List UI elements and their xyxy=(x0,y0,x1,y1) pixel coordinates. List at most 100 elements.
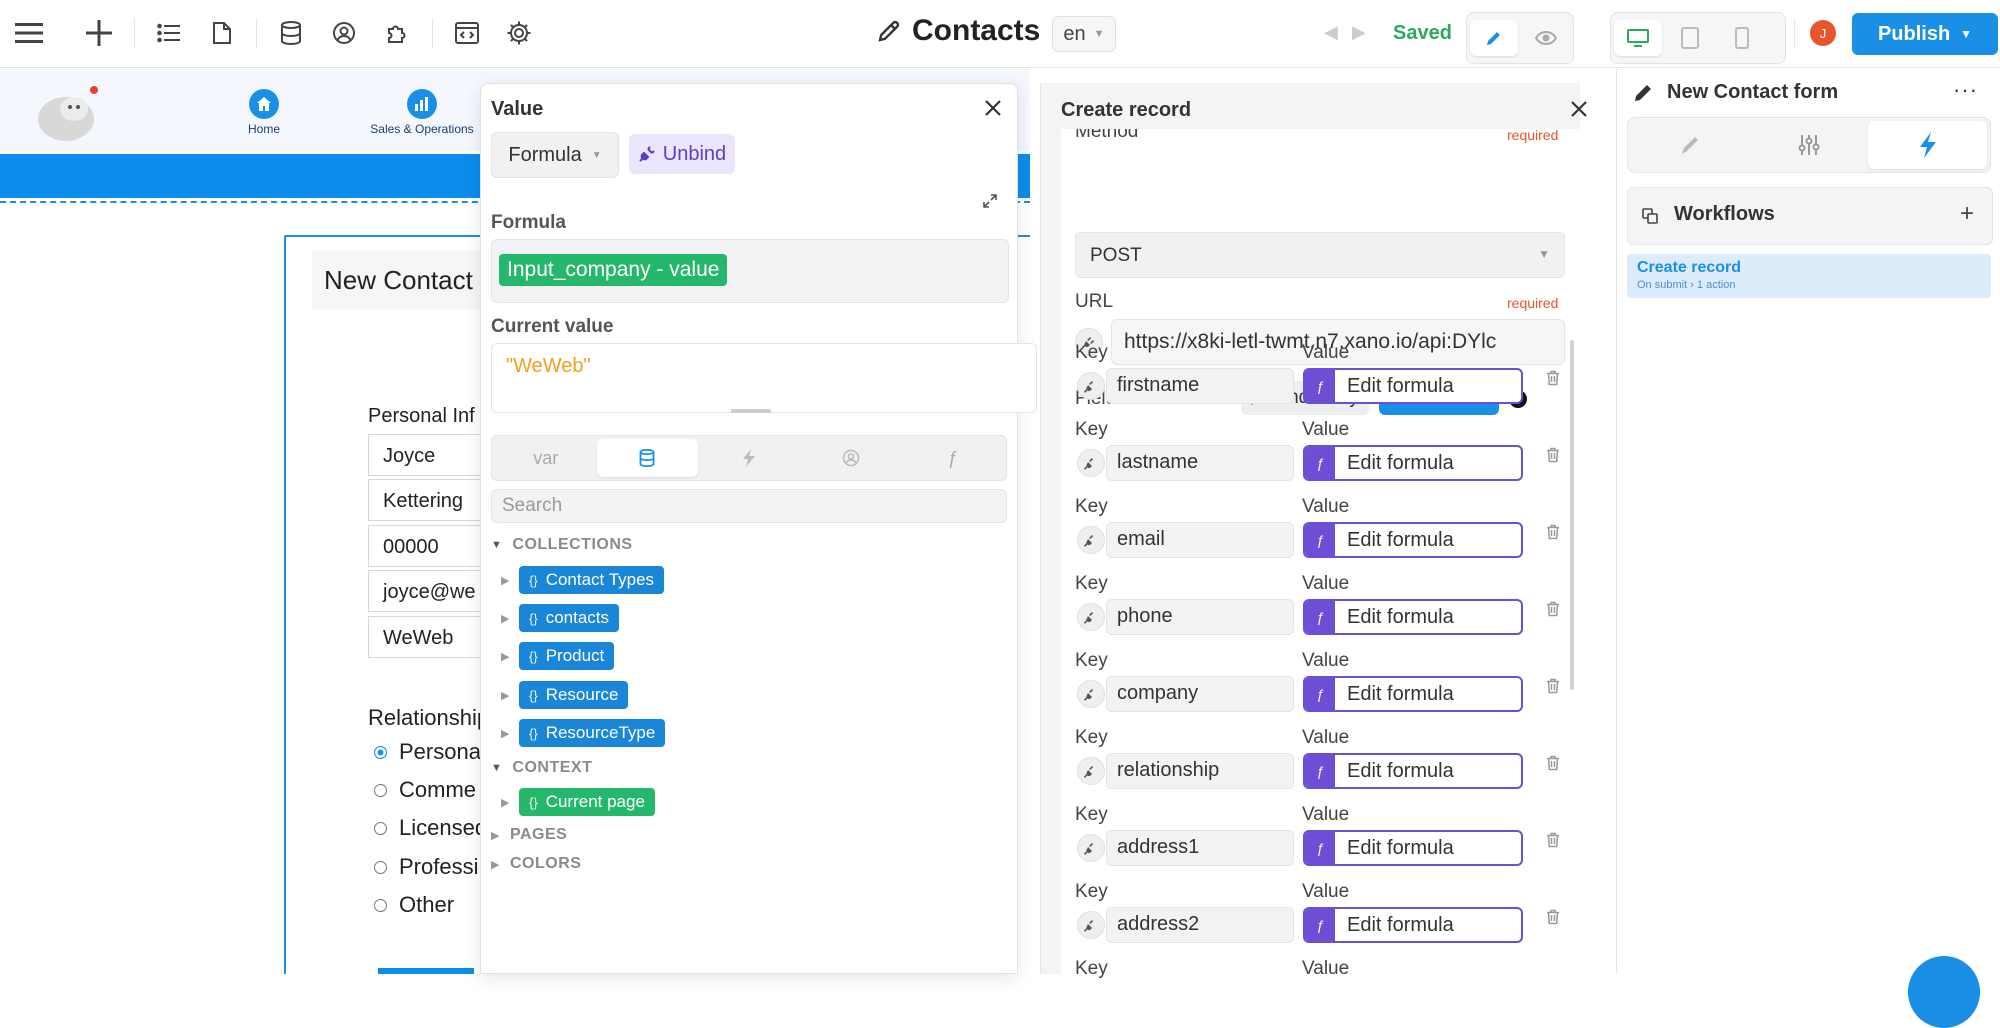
sloth-logo-icon[interactable] xyxy=(36,85,100,143)
trash-icon[interactable] xyxy=(1546,447,1560,463)
bind-plug-icon[interactable] xyxy=(1077,680,1105,708)
collection-pill: {} Resource xyxy=(519,681,629,709)
trash-icon[interactable] xyxy=(1546,601,1560,617)
tab-workflows[interactable] xyxy=(698,439,800,477)
mobile-icon[interactable] xyxy=(1718,20,1766,56)
unbind-button[interactable]: Unbind xyxy=(629,134,735,174)
search-input[interactable] xyxy=(491,489,1007,523)
edit-formula-label: Edit formula xyxy=(1347,759,1454,782)
language-select[interactable]: en ▼ xyxy=(1052,16,1116,52)
publish-button[interactable]: Publish ▼ xyxy=(1852,13,1998,55)
tab-functions[interactable]: ƒ xyxy=(901,439,1003,477)
user-circle-icon[interactable] xyxy=(327,16,361,50)
code-window-icon[interactable] xyxy=(450,16,484,50)
close-icon[interactable] xyxy=(1565,95,1593,123)
binding-mode-select[interactable]: Formula ▼ xyxy=(491,132,619,178)
expand-icon[interactable] xyxy=(983,194,997,208)
field-key-input[interactable]: address1 xyxy=(1106,830,1294,866)
pages-section[interactable]: ▶ PAGES xyxy=(491,826,567,844)
context-item[interactable]: ▶ {} Current page xyxy=(501,788,655,816)
add-icon[interactable] xyxy=(82,16,116,50)
field-key-input[interactable]: phone xyxy=(1106,599,1294,635)
undo-arrow-icon[interactable]: ◀ xyxy=(1324,22,1338,43)
colors-section[interactable]: ▶ COLORS xyxy=(491,855,581,873)
layers-list-icon[interactable] xyxy=(152,16,186,50)
more-options-icon[interactable]: ··· xyxy=(1953,77,1978,103)
tablet-icon[interactable] xyxy=(1666,20,1714,56)
tab-workflows[interactable] xyxy=(1868,121,1988,169)
close-icon[interactable] xyxy=(979,94,1007,122)
bind-plug-icon[interactable] xyxy=(1077,911,1105,939)
context-section[interactable]: ▼ CONTEXT xyxy=(491,759,592,777)
radio-personal[interactable]: Personal xyxy=(374,739,486,765)
trash-icon[interactable] xyxy=(1546,678,1560,694)
menu-icon[interactable] xyxy=(12,16,46,50)
edit-formula-button[interactable]: ƒ Edit formula xyxy=(1303,522,1523,558)
edit-formula-button[interactable]: ƒ Edit formula xyxy=(1303,830,1523,866)
pencil-icon xyxy=(876,18,902,44)
radio-licensed[interactable]: Licensed xyxy=(374,815,487,841)
edit-formula-button[interactable]: ƒ Edit formula xyxy=(1303,676,1523,712)
edit-formula-button[interactable]: ƒ Edit formula xyxy=(1303,753,1523,789)
caret-right-icon: ▶ xyxy=(491,858,500,871)
workflow-subtitle: On submit › 1 action xyxy=(1637,279,1736,291)
tab-collections[interactable] xyxy=(596,439,699,477)
submit-button[interactable] xyxy=(378,968,474,974)
desktop-icon[interactable] xyxy=(1614,20,1662,56)
page-title[interactable]: Contacts xyxy=(876,14,1040,48)
tab-style[interactable] xyxy=(1631,121,1750,169)
bind-plug-icon[interactable] xyxy=(1077,834,1105,862)
field-key-input[interactable]: email xyxy=(1106,522,1294,558)
edit-mode-button[interactable] xyxy=(1470,20,1518,56)
tab-variables[interactable]: var xyxy=(495,439,597,477)
edit-formula-button[interactable]: ƒ Edit formula xyxy=(1303,368,1523,404)
radio-commercial[interactable]: Comme xyxy=(374,777,476,803)
nav-home[interactable]: Home xyxy=(244,89,284,136)
field-key-input[interactable]: address2 xyxy=(1106,907,1294,943)
resize-handle[interactable] xyxy=(731,409,771,413)
field-key-input[interactable]: firstname xyxy=(1106,368,1294,404)
database-icon[interactable] xyxy=(274,16,308,50)
workflows-header: Workflows + xyxy=(1627,187,1993,245)
trash-icon[interactable] xyxy=(1546,755,1560,771)
preview-eye-icon[interactable] xyxy=(1522,20,1570,56)
collection-item[interactable]: ▶ {} Product xyxy=(501,642,615,670)
field-key-input[interactable]: relationship xyxy=(1106,753,1294,789)
collection-item[interactable]: ▶ {} Contact Types xyxy=(501,566,665,594)
bind-plug-icon[interactable] xyxy=(1077,372,1105,400)
tab-settings[interactable] xyxy=(1750,121,1869,169)
page-icon[interactable] xyxy=(205,16,239,50)
gear-icon[interactable] xyxy=(502,16,536,50)
trash-icon[interactable] xyxy=(1546,370,1560,386)
scrollbar[interactable] xyxy=(1570,340,1574,690)
edit-formula-button[interactable]: ƒ Edit formula xyxy=(1303,599,1523,635)
bind-plug-icon[interactable] xyxy=(1077,449,1105,477)
field-key-input[interactable]: company xyxy=(1106,676,1294,712)
workflow-item[interactable]: Create record On submit › 1 action xyxy=(1627,254,1991,298)
collection-item[interactable]: ▶ {} ResourceType xyxy=(501,719,666,747)
collection-item[interactable]: ▶ {} contacts xyxy=(501,604,619,632)
edit-formula-button[interactable]: ƒ Edit formula xyxy=(1303,907,1523,943)
field-key-input[interactable]: lastname xyxy=(1106,445,1294,481)
trash-icon[interactable] xyxy=(1546,524,1560,540)
add-workflow-icon[interactable]: + xyxy=(1960,200,1974,228)
radio-other[interactable]: Other xyxy=(374,892,454,918)
bind-plug-icon[interactable] xyxy=(1077,757,1105,785)
edit-formula-button[interactable]: ƒ Edit formula xyxy=(1303,445,1523,481)
collections-section[interactable]: ▼ COLLECTIONS xyxy=(491,536,633,554)
chat-help-button[interactable] xyxy=(1908,956,1980,1028)
nav-sales-operations[interactable]: Sales & Operations xyxy=(362,89,482,136)
bind-plug-icon[interactable] xyxy=(1077,526,1105,554)
trash-icon[interactable] xyxy=(1546,909,1560,925)
radio-professional[interactable]: Professi xyxy=(374,854,478,880)
formula-variable-chip[interactable]: Input_company - value xyxy=(499,254,728,286)
redo-arrow-icon[interactable]: ▶ xyxy=(1352,22,1366,43)
tab-users[interactable] xyxy=(800,439,902,477)
edit-formula-label: Edit formula xyxy=(1347,682,1454,705)
method-select[interactable]: POST ▼ xyxy=(1075,232,1565,278)
collection-item[interactable]: ▶ {} Resource xyxy=(501,681,629,709)
plugin-puzzle-icon[interactable] xyxy=(380,16,414,50)
avatar[interactable]: J xyxy=(1810,20,1836,46)
trash-icon[interactable] xyxy=(1546,832,1560,848)
bind-plug-icon[interactable] xyxy=(1077,603,1105,631)
